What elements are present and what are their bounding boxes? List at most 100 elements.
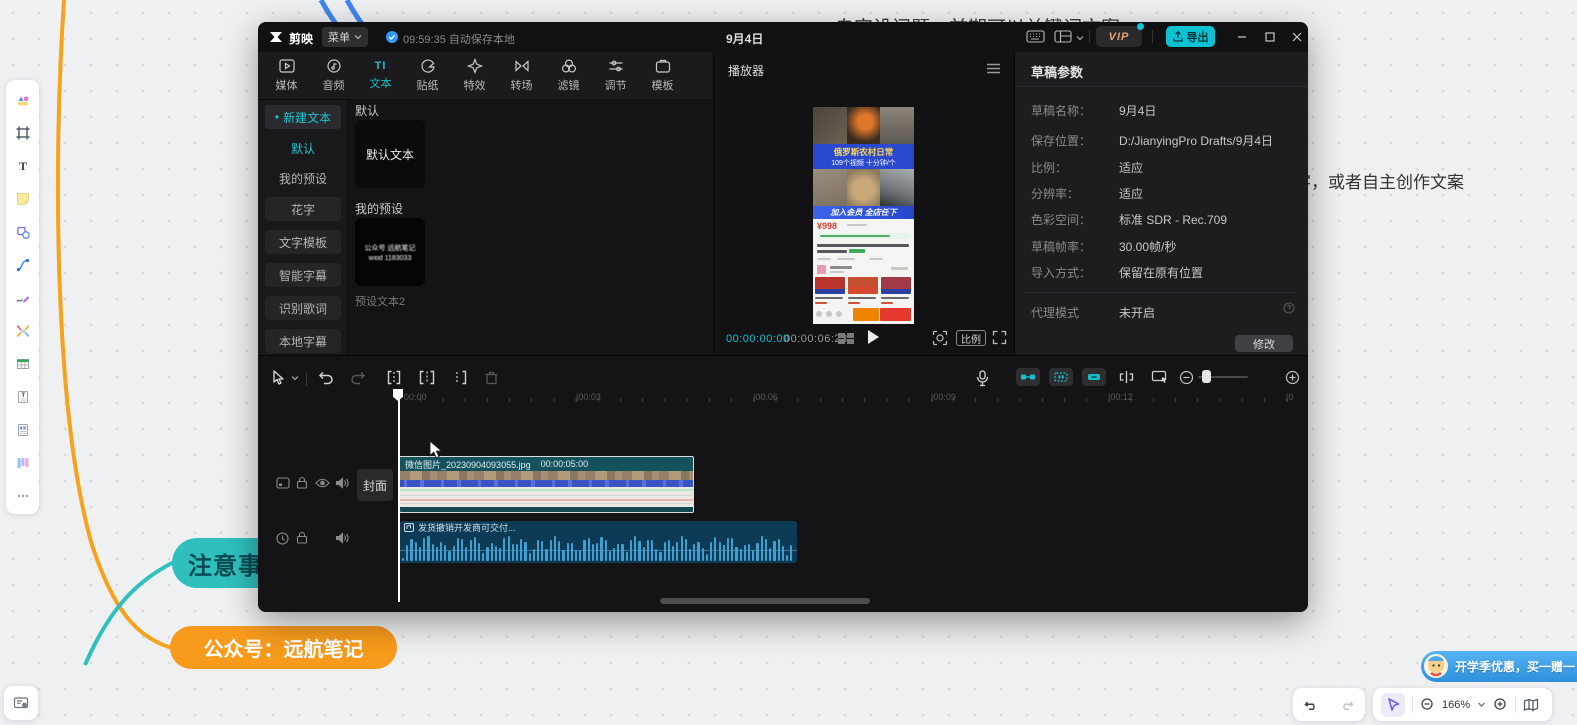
tab-audio[interactable]: 音频 <box>310 52 357 99</box>
promo-banner-text: 开学季优惠，买一赠一 <box>1455 658 1575 675</box>
promo-mascot-icon <box>1421 651 1455 682</box>
audio-track-type-icon[interactable] <box>276 532 289 545</box>
audio-track-mute-icon[interactable] <box>335 532 349 544</box>
sticky-note-icon[interactable] <box>11 187 35 211</box>
sidebar-item-new-text[interactable]: •新建文本 <box>265 105 341 129</box>
frame-icon[interactable] <box>11 121 35 145</box>
split-both-icon[interactable] <box>419 370 435 385</box>
laser-pointer-icon[interactable] <box>1381 693 1405 717</box>
split-track-icon[interactable] <box>1118 370 1135 384</box>
mindmap-node-wechat-label: 公众号：远航笔记 <box>204 633 364 662</box>
cover-button[interactable]: 封面 <box>357 469 393 501</box>
help-icon[interactable] <box>1283 302 1295 314</box>
preview-focus-icon[interactable] <box>932 330 948 346</box>
preview-price: ¥998 <box>817 221 837 231</box>
magnet-snap-toggle[interactable] <box>1016 368 1040 386</box>
preview-axis-toggle[interactable] <box>1082 368 1106 386</box>
connector-icon[interactable] <box>11 253 35 277</box>
autosave-check-icon <box>386 31 398 43</box>
kanban-icon[interactable] <box>11 451 35 475</box>
play-button[interactable] <box>866 329 880 345</box>
mindmap-node-wechat[interactable]: 公众号：远航笔记 <box>170 626 397 669</box>
tab-transition[interactable]: 转场 <box>498 52 545 99</box>
ruler-label: 00:00 <box>404 392 427 402</box>
sidebar-item-my-presets[interactable]: 我的预设 <box>265 166 341 190</box>
draft-field-colorspace: 色彩空间：标准 SDR - Rec.709 <box>1031 211 1301 227</box>
tab-sticker[interactable]: 贴纸 <box>404 52 451 99</box>
audio-clip[interactable]: 发货撤销开发商可交付... <box>399 521 797 563</box>
shape-icon[interactable] <box>11 220 35 244</box>
screen-display-icon[interactable] <box>1151 370 1169 384</box>
video-clip[interactable]: 微信图片_20230904093055.jpg 00:00:05:00 <box>399 456 694 513</box>
tab-filter[interactable]: 滤镜 <box>545 52 592 99</box>
timeline-ruler[interactable] <box>398 398 1303 402</box>
templates-icon[interactable] <box>11 88 35 112</box>
redo-icon[interactable] <box>350 370 366 385</box>
tab-text[interactable]: TI文本 <box>357 52 404 99</box>
linkage-toggle[interactable] <box>1049 368 1073 386</box>
select-tool-icon[interactable] <box>272 370 286 385</box>
table-icon[interactable] <box>11 352 35 376</box>
menu-button[interactable]: 菜单 <box>322 27 368 47</box>
close-button[interactable] <box>1288 28 1306 46</box>
zoom-out-icon[interactable] <box>1420 697 1435 712</box>
sidebar-item-fancy-text[interactable]: 花字 <box>265 197 341 221</box>
video-track-type-icon[interactable] <box>276 477 290 489</box>
export-button[interactable]: 导出 <box>1166 26 1215 47</box>
sidebar-item-smart-captions[interactable]: 智能字幕 <box>265 263 341 287</box>
zoom-level[interactable]: 166% <box>1442 699 1470 711</box>
text-icon[interactable]: T <box>11 154 35 178</box>
tab-media[interactable]: 媒体 <box>263 52 310 99</box>
timeline-zoom-out-icon[interactable] <box>1179 370 1194 385</box>
sidebar-item-text-template[interactable]: 文字模板 <box>265 230 341 254</box>
video-preview[interactable]: 俄罗斯农村日常 109个视频 十分钟/个 加入会员 全店任下 ¥998 <box>813 107 914 324</box>
mindmap-icon[interactable] <box>11 319 35 343</box>
maximize-button[interactable] <box>1261 28 1279 46</box>
audio-track-lock-icon[interactable] <box>296 531 308 544</box>
notes-doc-icon[interactable] <box>11 418 35 442</box>
zoom-dropdown-chevron-icon[interactable] <box>1477 700 1486 709</box>
minimize-button[interactable] <box>1233 28 1251 46</box>
pen-icon[interactable] <box>11 286 35 310</box>
timeline-scrollbar[interactable] <box>660 598 870 604</box>
delete-icon[interactable] <box>484 370 499 385</box>
record-voiceover-icon[interactable] <box>976 370 989 387</box>
undo-icon[interactable] <box>318 370 334 385</box>
document-icon[interactable]: T <box>11 385 35 409</box>
split-left-icon[interactable] <box>386 370 402 385</box>
board-settings-button[interactable] <box>4 686 38 720</box>
video-track-visibility-icon[interactable] <box>315 478 330 488</box>
minimap-icon[interactable] <box>1523 698 1539 712</box>
promo-banner[interactable]: 开学季优惠，买一赠一 <box>1421 651 1577 682</box>
more-tools-icon[interactable] <box>11 484 35 508</box>
whiteboard-canvas[interactable]: { "whiteboard": { "left_toolbar_items": … <box>0 0 1577 725</box>
select-tool-chevron-icon[interactable] <box>291 374 299 382</box>
frame-grid-icon[interactable] <box>838 332 856 345</box>
layout-switch-icon[interactable] <box>1054 30 1072 43</box>
ruler-label: |0 <box>1286 392 1293 402</box>
default-text-tile[interactable]: 默认文本 <box>355 120 425 188</box>
timeline-zoom-knob[interactable] <box>1202 370 1211 383</box>
board-redo-icon[interactable] <box>1335 693 1359 717</box>
vip-button[interactable]: VIP <box>1096 26 1142 47</box>
tab-effects[interactable]: 特效 <box>451 52 498 99</box>
chevron-down-icon[interactable] <box>1076 34 1084 42</box>
sidebar-item-local-captions[interactable]: 本地字幕 <box>265 329 341 353</box>
sidebar-item-lyrics-recognition[interactable]: 识别歌词 <box>265 296 341 320</box>
ratio-button[interactable]: 比例 <box>956 330 986 346</box>
divider <box>1515 697 1516 713</box>
modify-button[interactable]: 修改 <box>1235 335 1293 352</box>
board-undo-icon[interactable] <box>1299 693 1323 717</box>
zoom-in-icon[interactable] <box>1493 697 1508 712</box>
sidebar-item-default[interactable]: 默认 <box>265 136 341 160</box>
preset-text-tile[interactable]: 公众号 远航笔记 wxid 1183033 <box>355 218 425 286</box>
split-right-icon[interactable] <box>452 370 468 385</box>
tab-template[interactable]: 模板 <box>639 52 686 99</box>
fullscreen-icon[interactable] <box>992 330 1007 345</box>
video-track-lock-icon[interactable] <box>296 476 308 489</box>
player-menu-icon[interactable] <box>986 63 1001 74</box>
shortcut-keyboard-icon[interactable] <box>1026 30 1045 43</box>
video-track-mute-icon[interactable] <box>335 477 349 489</box>
tab-adjust[interactable]: 调节 <box>592 52 639 99</box>
timeline-zoom-fit-icon[interactable] <box>1285 370 1300 385</box>
